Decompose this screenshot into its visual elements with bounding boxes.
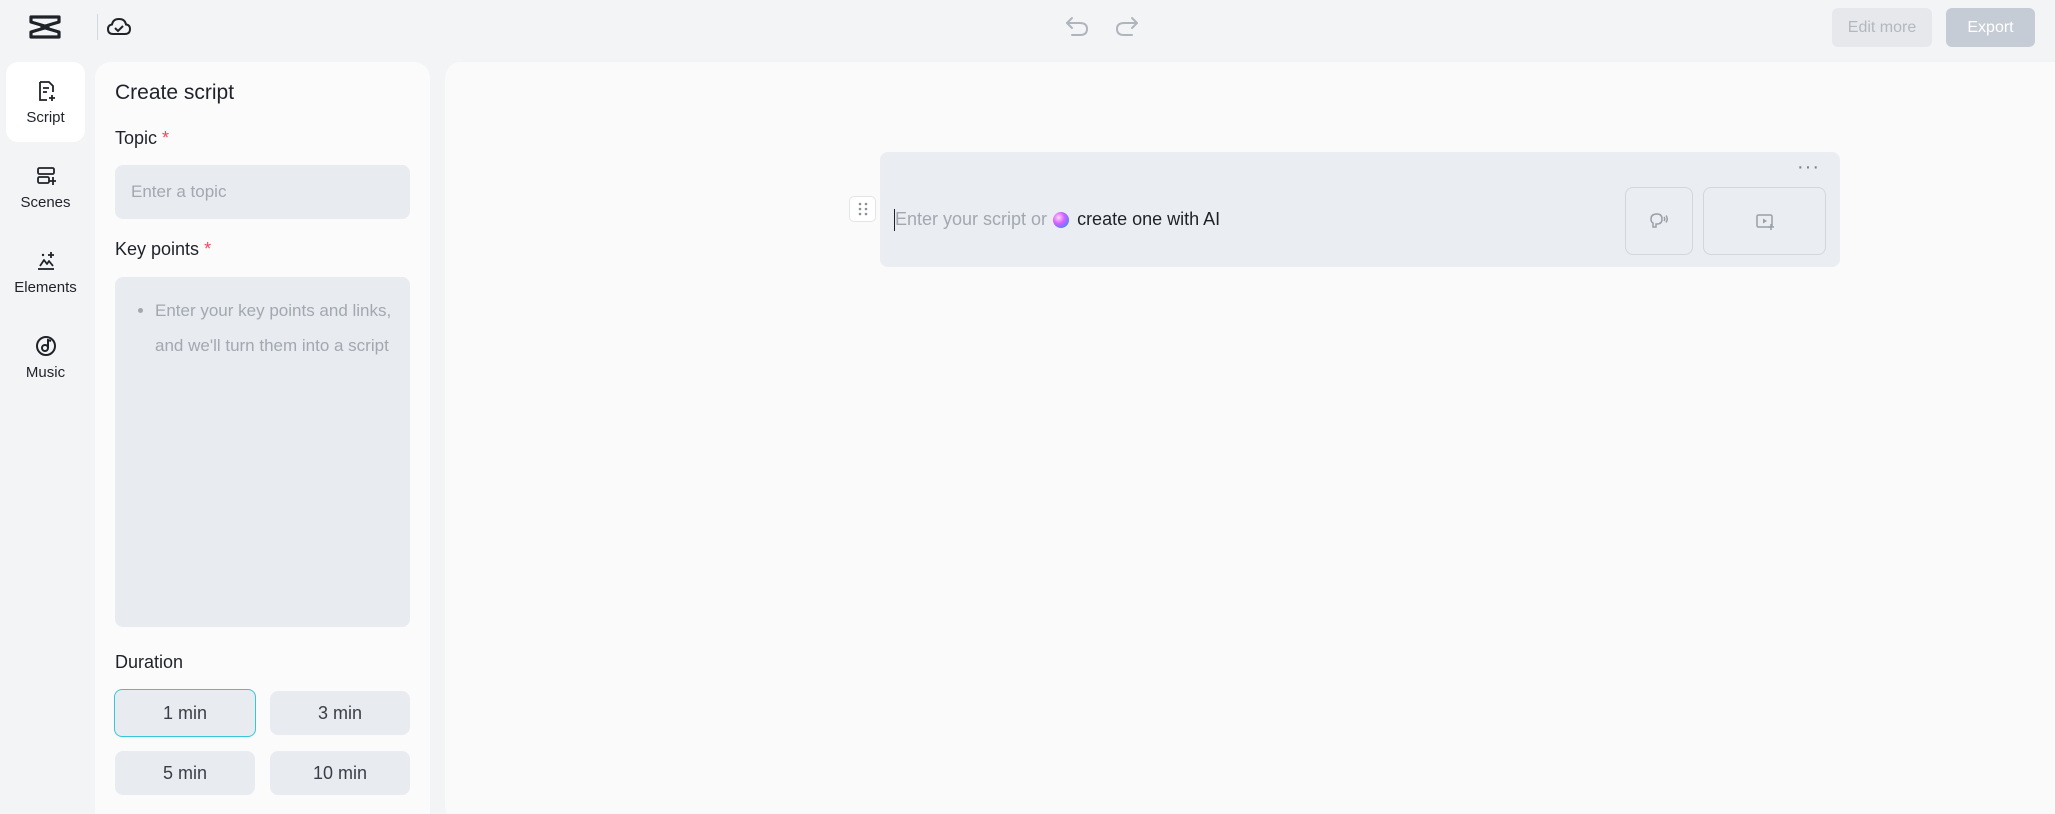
- scenes-icon: [36, 166, 56, 185]
- add-media-button[interactable]: [1703, 187, 1826, 255]
- required-mark: *: [162, 128, 170, 148]
- key-points-input[interactable]: Enter your key points and links, and we'…: [115, 277, 410, 627]
- rail-item-script[interactable]: Script: [6, 62, 85, 142]
- rail-label-music: Music: [25, 363, 66, 381]
- required-mark: *: [204, 239, 212, 259]
- rail-item-scenes[interactable]: Scenes: [6, 147, 85, 227]
- rail-label-scenes: Scenes: [20, 193, 71, 211]
- export-button[interactable]: Export: [1946, 8, 2035, 47]
- left-rail: Script Scenes Elements Music: [0, 55, 90, 814]
- topic-input[interactable]: [115, 165, 410, 219]
- script-block[interactable]: ··· Enter your script or create one with…: [880, 152, 1840, 267]
- rail-item-elements[interactable]: Elements: [6, 232, 85, 312]
- script-icon: [38, 80, 55, 101]
- divider: [97, 14, 98, 40]
- cloud-icon[interactable]: [106, 15, 132, 39]
- top-bar: Edit more Export: [0, 0, 2055, 55]
- drag-handle-icon[interactable]: [849, 196, 876, 222]
- duration-option-1min[interactable]: 1 min: [114, 689, 256, 737]
- duration-option-10min[interactable]: 10 min: [270, 751, 410, 795]
- elements-icon: [37, 251, 54, 270]
- duration-option-5min[interactable]: 5 min: [115, 751, 255, 795]
- panel-title: Create script: [115, 81, 235, 104]
- rail-label-script: Script: [26, 108, 65, 126]
- script-placeholder: Enter your script or: [895, 209, 1048, 229]
- undo-icon[interactable]: [1064, 13, 1090, 39]
- create-script-panel: Create script Topic * Key points * Enter…: [95, 62, 430, 814]
- redo-icon[interactable]: [1114, 13, 1140, 39]
- topic-label: Topic *: [115, 128, 170, 148]
- key-points-label: Key points *: [115, 239, 212, 259]
- create-with-ai-link[interactable]: create one with AI: [1077, 209, 1220, 230]
- more-dots-icon[interactable]: ···: [1797, 156, 1820, 179]
- voice-button[interactable]: [1625, 187, 1693, 255]
- music-icon: [35, 335, 56, 356]
- rail-item-music[interactable]: Music: [6, 317, 85, 397]
- rail-label-elements: Elements: [14, 278, 77, 296]
- key-points-placeholder: Enter your key points and links, and we'…: [155, 301, 392, 355]
- script-input[interactable]: Enter your script or create one with AI: [895, 209, 1220, 230]
- add-media-icon: [1755, 214, 1774, 230]
- ai-orb-icon: [1053, 211, 1070, 228]
- edit-more-button[interactable]: Edit more: [1832, 8, 1932, 47]
- capcut-logo-icon[interactable]: [28, 14, 62, 40]
- voice-icon: [1650, 213, 1668, 228]
- duration-label: Duration: [115, 652, 184, 672]
- duration-option-3min[interactable]: 3 min: [270, 691, 410, 735]
